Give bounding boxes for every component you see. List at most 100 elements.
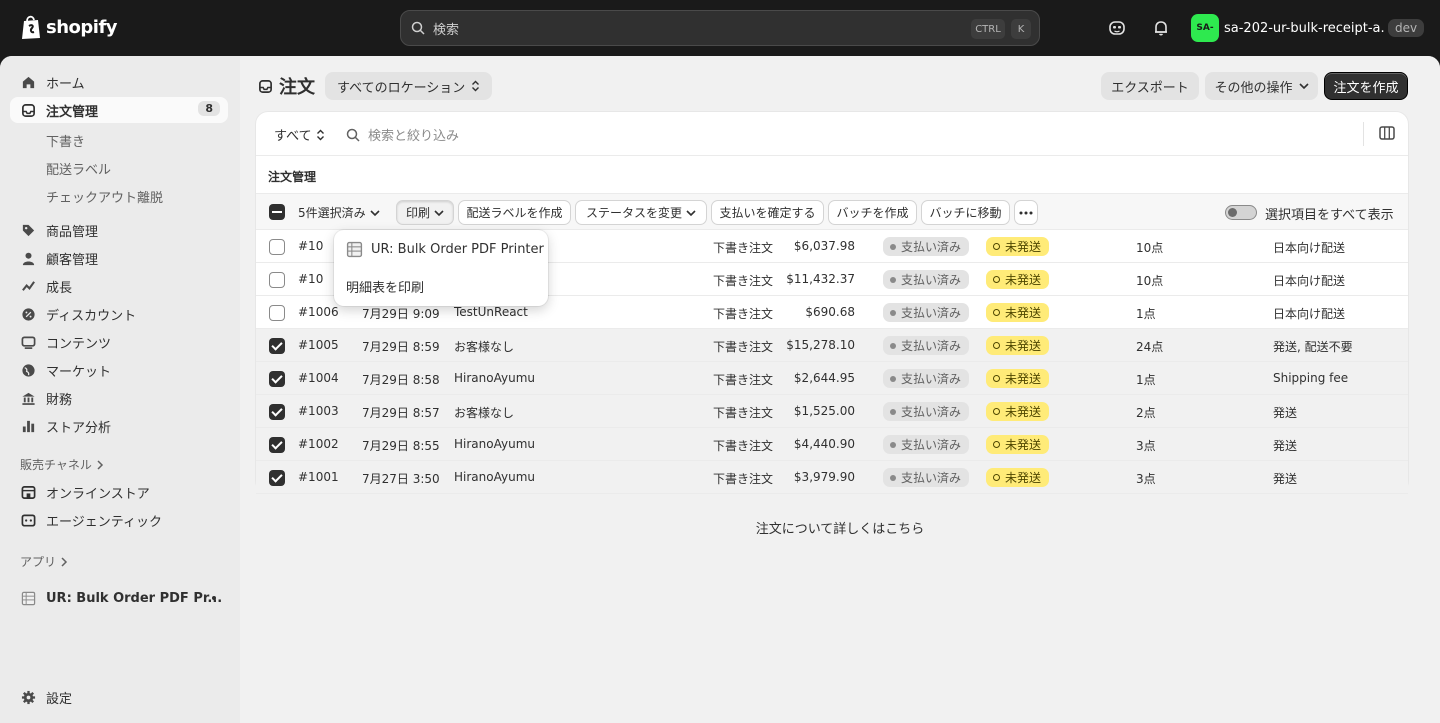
table-row[interactable]: #1003 7月29日 8:57 お客様なし 下書き注文 2点 発送 $1,525.00 支払… bbox=[256, 395, 1408, 428]
top-bar: shopify 検索 CTRL K SA- sa-202-ur-bulk-rec… bbox=[0, 0, 1440, 56]
learn-more-label: 注文について詳しくはこちら bbox=[755, 522, 925, 537]
row-checkbox[interactable] bbox=[269, 404, 285, 420]
selected-count-dropdown[interactable]: 5件選択済み bbox=[298, 204, 380, 221]
menu-item-print-packing-slip[interactable]: 明細表を印刷 bbox=[346, 277, 424, 296]
fulfillment-status-label: 未発送 bbox=[1005, 306, 1042, 320]
global-search[interactable]: 検索 CTRL K bbox=[400, 10, 1040, 46]
agentic-icon bbox=[20, 512, 36, 528]
status-dot-icon bbox=[890, 243, 896, 250]
item-count: 1点 bbox=[1136, 373, 1156, 387]
sidebar-channel-online-store[interactable]: オンラインストア bbox=[10, 479, 228, 505]
table-row[interactable]: #1001 7月27日 3:50 HiranoAyumu 下書き注文 3点 発送 $3,97… bbox=[256, 461, 1408, 494]
payment-status-badge: 支払い済み bbox=[883, 369, 970, 388]
row-checkbox[interactable] bbox=[269, 470, 285, 486]
sidebar-item-discounts[interactable]: ディスカウント bbox=[10, 301, 228, 327]
sidebar-item-settings[interactable]: 設定 bbox=[10, 684, 228, 710]
sidebar-item-label: ホーム bbox=[46, 76, 85, 92]
sales-channels-header[interactable]: 販売チャネル bbox=[20, 456, 104, 473]
show-selected-toggle[interactable] bbox=[1225, 205, 1257, 220]
order-number[interactable]: #1005 bbox=[298, 338, 339, 352]
status-ring-icon bbox=[993, 408, 1000, 415]
sidebar-item-markets[interactable]: マーケット bbox=[10, 357, 228, 383]
apps-header[interactable]: アプリ bbox=[20, 553, 68, 570]
confirm-payment-button[interactable]: 支払いを確定する bbox=[711, 200, 824, 225]
sidebar-sub-abandoned-checkouts[interactable]: チェックアウト離脱 bbox=[46, 187, 163, 206]
table-row[interactable]: #1002 7月29日 8:55 HiranoAyumu 下書き注文 3点 発送 $4,44… bbox=[256, 428, 1408, 461]
sidebar-item-home[interactable]: ホーム bbox=[10, 69, 228, 95]
create-batch-button[interactable]: バッチを作成 bbox=[828, 200, 917, 225]
create-order-button[interactable]: 注文を作成 bbox=[1324, 72, 1408, 100]
order-number[interactable]: #1003 bbox=[298, 404, 339, 418]
sidebar-sub-shipping-labels[interactable]: 配送ラベル bbox=[46, 159, 111, 178]
assistant-icon[interactable] bbox=[1107, 18, 1127, 38]
table-row[interactable]: #1005 7月29日 8:59 お客様なし 下書き注文 24点 発送, 配送不要 $15,… bbox=[256, 329, 1408, 362]
search-icon bbox=[346, 128, 360, 142]
store-switcher[interactable]: SA- sa-202-ur-bulk-receipt-a... dev bbox=[1191, 14, 1425, 42]
sales-channels-label: 販売チャネル bbox=[20, 458, 92, 472]
tab-all[interactable]: すべて bbox=[274, 125, 325, 144]
store-icon bbox=[20, 484, 36, 500]
row-checkbox[interactable] bbox=[269, 437, 285, 453]
order-total: $11,432.37 bbox=[786, 272, 855, 286]
app-table-icon bbox=[346, 241, 363, 258]
fulfillment-status-label: 未発送 bbox=[1005, 240, 1042, 254]
tab-all-label: すべて bbox=[274, 129, 312, 144]
item-count: 3点 bbox=[1136, 439, 1156, 453]
sidebar-item-orders[interactable]: 注文管理 8 bbox=[10, 97, 228, 123]
sidebar-channel-agentic[interactable]: エージェンティック bbox=[10, 507, 228, 533]
order-number[interactable]: #1001 bbox=[298, 470, 339, 484]
export-button[interactable]: エクスポート bbox=[1101, 72, 1199, 100]
sidebar-item-finance[interactable]: 財務 bbox=[10, 385, 228, 411]
table-row[interactable]: #1004 7月29日 8:58 HiranoAyumu 下書き注文 1点 Shippin… bbox=[256, 362, 1408, 395]
move-to-batch-button[interactable]: バッチに移動 bbox=[921, 200, 1010, 225]
chevron-down-icon bbox=[1298, 83, 1309, 90]
order-number[interactable]: #1002 bbox=[298, 437, 339, 451]
location-selector[interactable]: すべてのロケーション bbox=[325, 72, 493, 100]
sidebar-app-bulk-pdf[interactable]: UR: Bulk Order PDF Pr... bbox=[10, 585, 228, 611]
sidebar-item-products[interactable]: 商品管理 bbox=[10, 217, 228, 243]
learn-more-link[interactable]: 注文について詳しくはこちら bbox=[240, 518, 1440, 537]
sidebar-sub-drafts[interactable]: 下書き bbox=[46, 131, 85, 150]
discount-icon bbox=[20, 306, 36, 322]
order-total: $1,525.00 bbox=[793, 404, 855, 418]
orders-section-title: 注文管理 bbox=[268, 170, 317, 184]
payment-status-badge: 支払い済み bbox=[883, 435, 970, 454]
page-title: 注文 bbox=[279, 77, 315, 98]
order-number[interactable]: #10 bbox=[298, 272, 323, 286]
create-shipping-label-button[interactable]: 配送ラベルを作成 bbox=[458, 200, 571, 225]
status-dot-icon bbox=[890, 309, 896, 316]
order-number[interactable]: #10 bbox=[298, 239, 323, 253]
home-icon bbox=[20, 74, 36, 90]
sidebar-item-label: UR: Bulk Order PDF Pr... bbox=[46, 590, 223, 606]
shopify-logo[interactable]: shopify bbox=[20, 14, 118, 40]
more-actions-button[interactable]: その他の操作 bbox=[1205, 72, 1318, 100]
sidebar-item-content[interactable]: コンテンツ bbox=[10, 329, 228, 355]
print-button[interactable]: 印刷 bbox=[396, 200, 454, 225]
row-checkbox[interactable] bbox=[269, 239, 285, 255]
row-checkbox[interactable] bbox=[269, 371, 285, 387]
payment-status-badge: 支払い済み bbox=[883, 468, 970, 487]
sidebar-item-growth[interactable]: 成長 bbox=[10, 273, 228, 299]
orders-icon bbox=[20, 102, 36, 118]
row-checkbox[interactable] bbox=[269, 305, 285, 321]
sidebar-item-analytics[interactable]: ストア分析 bbox=[10, 413, 228, 439]
change-status-button[interactable]: ステータスを変更 bbox=[575, 200, 707, 225]
status-ring-icon bbox=[993, 375, 1000, 382]
filter-search-input[interactable]: 検索と絞り込み bbox=[346, 125, 459, 144]
divider bbox=[1363, 122, 1364, 146]
select-all-checkbox[interactable] bbox=[269, 204, 285, 220]
row-checkbox[interactable] bbox=[269, 338, 285, 354]
more-bulk-actions-button[interactable] bbox=[1014, 200, 1038, 225]
sidebar-item-customers[interactable]: 顧客管理 bbox=[10, 245, 228, 271]
order-number[interactable]: #1004 bbox=[298, 371, 339, 385]
row-checkbox[interactable] bbox=[269, 272, 285, 288]
order-number[interactable]: #1006 bbox=[298, 305, 339, 319]
bell-icon[interactable] bbox=[1151, 18, 1171, 38]
status-dot-icon bbox=[890, 375, 896, 382]
selected-count-label: 5件選択済み bbox=[298, 206, 366, 220]
sidebar-item-label: 注文管理 bbox=[46, 104, 99, 120]
columns-icon[interactable] bbox=[1378, 124, 1396, 146]
menu-item-bulk-pdf-printer[interactable]: UR: Bulk Order PDF Printer bbox=[346, 241, 544, 258]
customer-name: HiranoAyumu bbox=[454, 437, 535, 451]
delivery-method: Shipping fee bbox=[1273, 371, 1349, 385]
